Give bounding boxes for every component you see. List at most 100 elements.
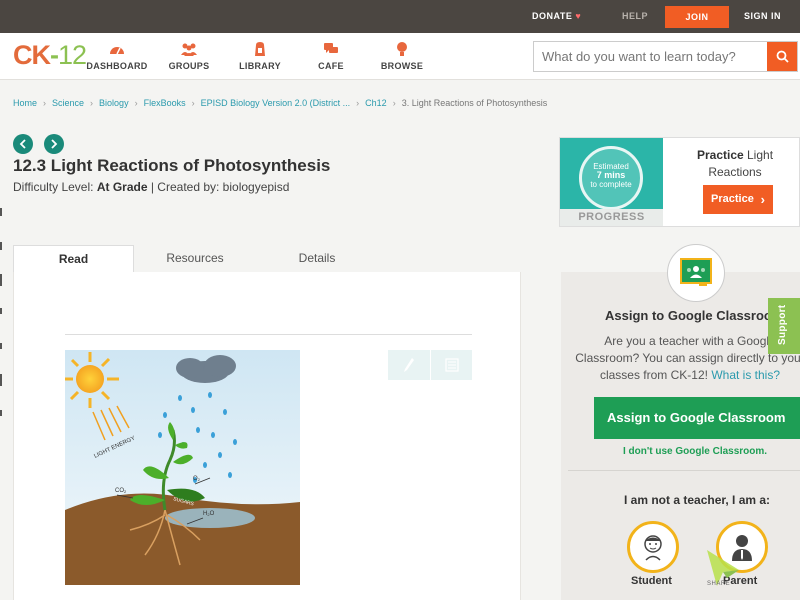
chevron-right-icon — [51, 139, 58, 149]
breadcrumb-science[interactable]: Science — [52, 98, 84, 108]
soil — [65, 493, 300, 585]
difficulty-line: Difficulty Level: At Grade | Created by:… — [13, 180, 289, 194]
practice-card: Estimated 7 mins to complete PROGRESS Pr… — [559, 137, 800, 227]
annotation-tools — [388, 350, 472, 380]
breadcrumb-separator: › — [134, 98, 138, 108]
heart-icon: ♥ — [575, 11, 582, 21]
student-label: Student — [631, 575, 672, 587]
previous-lesson-button[interactable] — [13, 134, 33, 154]
what-is-this-link[interactable]: What is this? — [711, 368, 780, 382]
nav-dashboard[interactable]: DASHBOARD — [77, 41, 157, 71]
donate-link[interactable]: DONATE ♥ — [532, 0, 581, 33]
breadcrumb-chapter[interactable]: Ch12 — [365, 98, 387, 108]
breadcrumb-flexbooks[interactable]: FlexBooks — [144, 98, 186, 108]
assign-to-google-classroom-button[interactable]: Assign to Google Classroom — [594, 397, 800, 439]
content-divider — [65, 334, 472, 335]
breadcrumb-separator: › — [43, 98, 47, 108]
google-classroom-logo — [667, 244, 725, 302]
practice-progress-image[interactable]: Estimated 7 mins to complete PROGRESS — [560, 138, 663, 226]
pencil-icon — [404, 358, 414, 372]
highlight-tool-button[interactable] — [388, 350, 430, 380]
dashboard-icon — [77, 41, 157, 57]
google-classroom-description: Are you a teacher with a Google Classroo… — [570, 333, 800, 384]
ring-line-2: 7 mins — [596, 170, 626, 180]
student-icon — [644, 535, 662, 561]
created-by: | Created by: biologyepisd — [150, 180, 290, 194]
edge-mark — [0, 242, 2, 250]
nav-cafe[interactable]: CAFE — [291, 41, 371, 71]
browse-icon — [362, 41, 442, 57]
co2-label: CO2 — [115, 488, 127, 494]
google-classroom-icon — [680, 258, 712, 286]
nav-library[interactable]: LIBRARY — [220, 41, 300, 71]
progress-label: PROGRESS — [560, 209, 663, 226]
gc-desc-line-2: Classroom? You can assign directly to yo… — [575, 351, 800, 365]
library-icon — [220, 41, 300, 57]
h2o-label: H2O — [203, 511, 215, 517]
cafe-icon — [291, 41, 371, 57]
content-tabs: Read Resources Details — [13, 245, 521, 273]
read-content-panel: LIGHT ENERGY SUGARS CO2 O2 H2O — [13, 272, 521, 600]
notes-icon — [444, 358, 459, 372]
next-lesson-button[interactable] — [44, 134, 64, 154]
tab-resources[interactable]: Resources — [134, 245, 256, 272]
tab-read[interactable]: Read — [13, 245, 134, 273]
gc-desc-line-1: Are you a teacher with a Google — [604, 334, 776, 348]
page-title: 12.3 Light Reactions of Photosynthesis — [13, 156, 331, 175]
search-box — [533, 41, 798, 72]
practice-title-bold: Practice — [696, 148, 744, 162]
o2-label: O2 — [193, 476, 201, 482]
nav-groups[interactable]: GROUPS — [149, 41, 229, 71]
search-input[interactable] — [534, 42, 768, 71]
nav-browse[interactable]: BROWSE — [362, 41, 442, 71]
nav-groups-label: GROUPS — [168, 61, 210, 71]
chevron-left-icon — [19, 139, 26, 149]
tab-details[interactable]: Details — [256, 245, 378, 272]
edge-mark — [0, 374, 2, 386]
edge-mark — [0, 343, 2, 349]
google-classroom-title: Assign to Google Classroom — [605, 308, 784, 323]
difficulty-value: At Grade — [96, 180, 148, 194]
breadcrumb-current: 3. Light Reactions of Photosynthesis — [401, 98, 548, 108]
practice-title: Practice Light Reactions — [675, 147, 795, 181]
difficulty-label: Difficulty Level: — [13, 180, 94, 194]
practice-button[interactable]: Practice › — [703, 185, 773, 214]
logo-dash: - — [50, 40, 59, 70]
sun-icon — [76, 365, 104, 393]
edge-mark — [0, 274, 2, 286]
breadcrumb-separator: › — [392, 98, 396, 108]
practice-button-label: Practice — [711, 193, 754, 205]
nav-library-label: LIBRARY — [239, 61, 281, 71]
edge-mark — [0, 410, 2, 416]
notes-tool-button[interactable] — [430, 350, 472, 380]
nav-cafe-label: CAFE — [318, 61, 344, 71]
dont-use-google-classroom-link[interactable]: I don't use Google Classroom. — [623, 446, 767, 457]
sign-in-link[interactable]: SIGN IN — [744, 0, 781, 33]
search-button[interactable] — [767, 42, 797, 71]
share-label: SHARE — [707, 581, 731, 587]
ring-line-3: to complete — [590, 180, 632, 189]
role-prompt: I am not a teacher, I am a: — [624, 493, 771, 507]
join-button[interactable]: JOIN — [665, 6, 729, 28]
breadcrumb-separator: › — [90, 98, 94, 108]
nav-dashboard-label: DASHBOARD — [86, 61, 148, 71]
breadcrumb-book[interactable]: EPISD Biology Version 2.0 (District ... — [201, 98, 351, 108]
breadcrumb-separator: › — [356, 98, 360, 108]
breadcrumb-home[interactable]: Home — [13, 98, 37, 108]
estimated-time-ring: Estimated 7 mins to complete — [579, 146, 643, 210]
groups-icon — [149, 41, 229, 57]
photosynthesis-figure: LIGHT ENERGY SUGARS CO2 O2 H2O — [65, 350, 300, 585]
student-role-button[interactable] — [627, 521, 679, 573]
help-link[interactable]: HELP — [622, 0, 648, 33]
support-tab[interactable]: Support — [768, 298, 800, 354]
breadcrumb-biology[interactable]: Biology — [99, 98, 129, 108]
gc-divider — [568, 470, 800, 471]
chevron-right-icon: › — [760, 192, 765, 207]
support-label: Support — [777, 304, 788, 345]
gc-desc-line-3: classes from CK-12! — [599, 368, 708, 382]
ck12-logo[interactable]: CK-12 — [13, 40, 87, 71]
search-icon — [776, 50, 789, 63]
donate-label: DONATE — [532, 11, 573, 21]
photosynthesis-illustration: LIGHT ENERGY SUGARS CO2 O2 H2O — [65, 350, 300, 585]
breadcrumb: Home › Science › Biology › FlexBooks › EPISD Bio… — [13, 98, 547, 108]
